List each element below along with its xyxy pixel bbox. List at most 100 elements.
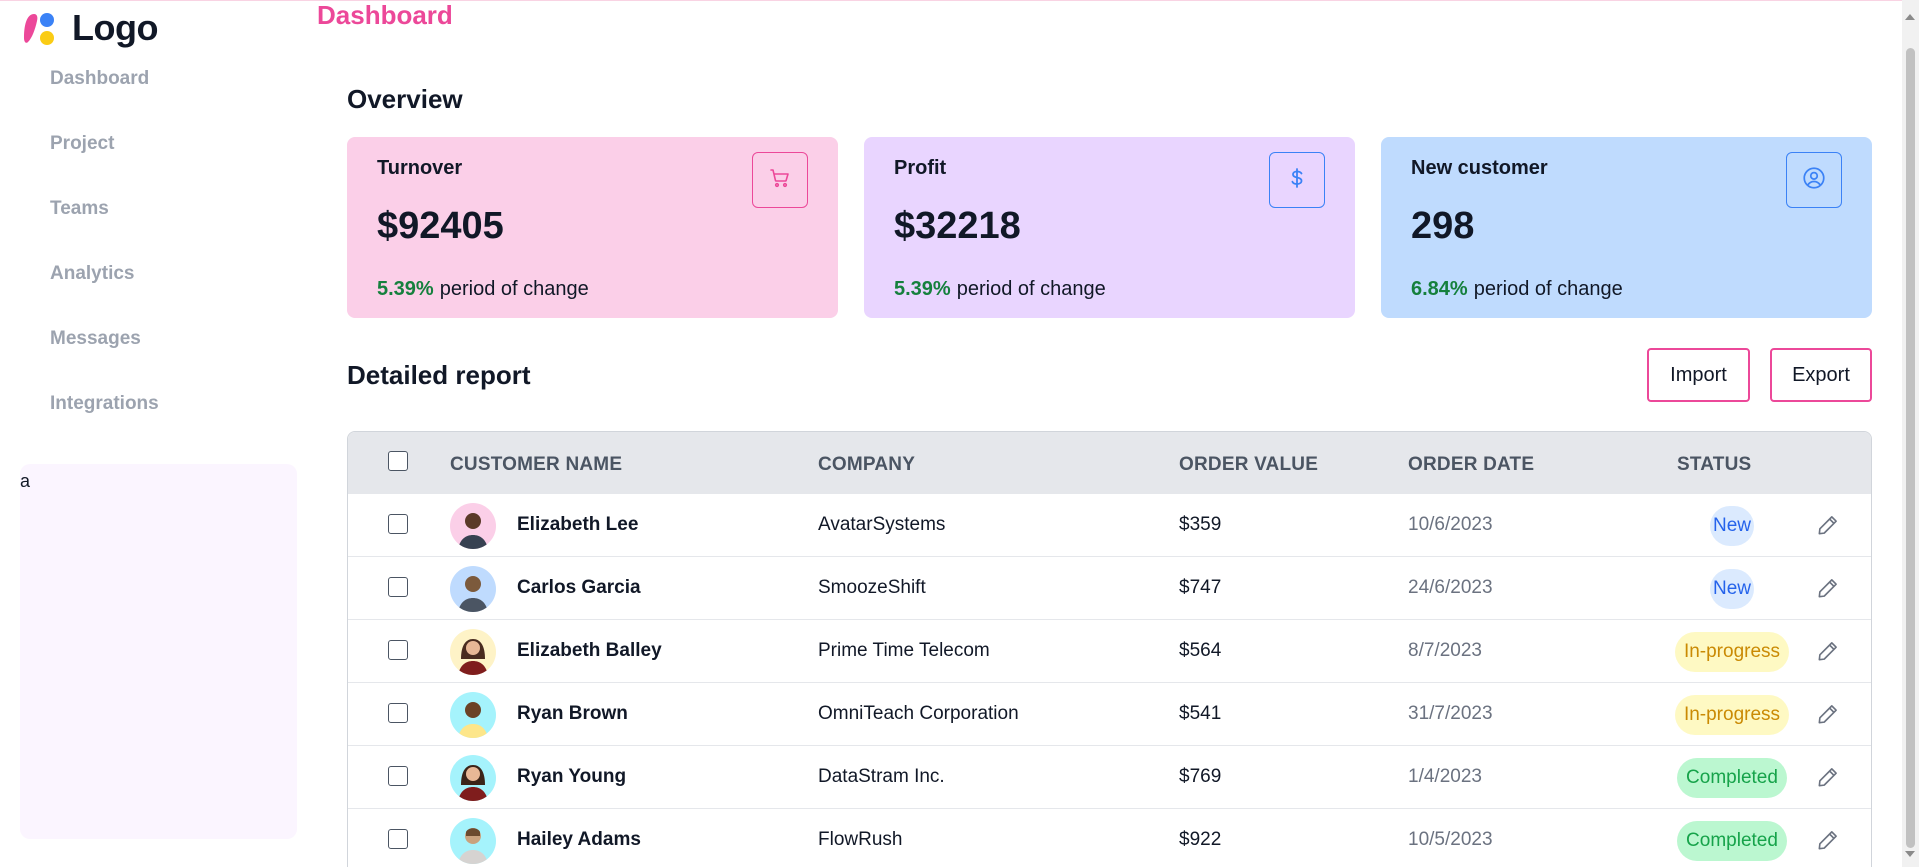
row-checkbox[interactable] (388, 766, 408, 786)
company-name: OmniTeach Corporation (818, 703, 1019, 724)
customer-name: Hailey Adams (517, 829, 641, 850)
status-badge: In-progress (1675, 695, 1789, 735)
sidebar-item-analytics[interactable]: Analytics (50, 259, 159, 324)
company-name: FlowRush (818, 829, 903, 850)
export-button[interactable]: Export (1770, 348, 1872, 402)
card-value: 298 (1411, 205, 1475, 247)
dollar-icon-button[interactable] (1269, 152, 1325, 208)
status-badge: Completed (1677, 821, 1787, 861)
table-row[interactable]: Carlos Garcia SmoozeShift $747 24/6/2023… (348, 556, 1871, 619)
avatar (450, 818, 496, 864)
vertical-scrollbar[interactable] (1902, 0, 1919, 867)
logo-text: Logo (72, 7, 158, 48)
order-date: 8/7/2023 (1408, 640, 1482, 661)
order-date: 10/5/2023 (1408, 829, 1493, 850)
table-row[interactable]: Ryan Brown OmniTeach Corporation $541 31… (348, 682, 1871, 745)
status-badge: New (1710, 506, 1754, 546)
sidebar-panel (20, 464, 297, 839)
customer-name: Elizabeth Balley (517, 640, 662, 661)
logo[interactable]: Logo (22, 7, 158, 48)
avatar (450, 755, 496, 801)
change-percent: 5.39% (377, 278, 434, 300)
status-badge: Completed (1677, 758, 1787, 798)
avatar (450, 566, 496, 612)
order-date: 10/6/2023 (1408, 514, 1493, 535)
card-value: $32218 (894, 205, 1021, 247)
sidebar-item-integrations[interactable]: Integrations (50, 389, 159, 454)
scroll-up-arrow-icon[interactable] (1905, 14, 1915, 20)
column-company[interactable]: COMPANY (818, 454, 915, 476)
avatar (450, 629, 496, 675)
company-name: SmoozeShift (818, 577, 926, 598)
change-percent: 5.39% (894, 278, 951, 300)
status-badge: In-progress (1675, 632, 1789, 672)
order-value: $541 (1179, 703, 1222, 724)
overview-title: Overview (347, 84, 463, 114)
company-name: AvatarSystems (818, 514, 946, 535)
select-all-checkbox[interactable] (388, 451, 408, 471)
avatar (450, 692, 496, 738)
change-percent: 6.84% (1411, 278, 1468, 300)
row-checkbox[interactable] (388, 577, 408, 597)
order-date: 31/7/2023 (1408, 703, 1493, 724)
column-order-date[interactable]: ORDER DATE (1408, 454, 1534, 476)
pencil-icon[interactable] (1815, 764, 1841, 790)
order-value: $747 (1179, 577, 1222, 598)
row-checkbox[interactable] (388, 640, 408, 660)
order-value: $922 (1179, 829, 1222, 850)
import-button[interactable]: Import (1647, 348, 1750, 402)
profit-card: Profit $32218 5.39% period of change (864, 137, 1355, 318)
table-row[interactable]: Elizabeth Balley Prime Time Telecom $564… (348, 619, 1871, 682)
company-name: Prime Time Telecom (818, 640, 990, 661)
cart-icon-button[interactable] (752, 152, 808, 208)
dollar-icon (1285, 166, 1309, 195)
sidebar-item-messages[interactable]: Messages (50, 324, 159, 389)
avatar (450, 503, 496, 549)
scroll-down-arrow-icon[interactable] (1905, 851, 1915, 857)
sidebar-item-teams[interactable]: Teams (50, 194, 159, 259)
card-value: $92405 (377, 205, 504, 247)
row-checkbox[interactable] (388, 514, 408, 534)
change-text: period of change (1473, 278, 1623, 300)
status-badge: New (1710, 569, 1754, 609)
user-circle-icon (1801, 165, 1827, 196)
table-row[interactable]: Elizabeth Lee AvatarSystems $359 10/6/20… (348, 493, 1871, 556)
report-title: Detailed report (347, 360, 531, 390)
column-order-value[interactable]: ORDER VALUE (1179, 454, 1318, 476)
customer-name: Ryan Brown (517, 703, 628, 724)
order-date: 24/6/2023 (1408, 577, 1493, 598)
order-value: $564 (1179, 640, 1222, 661)
pencil-icon[interactable] (1815, 701, 1841, 727)
row-checkbox[interactable] (388, 703, 408, 723)
customer-name: Elizabeth Lee (517, 514, 639, 535)
user-circle-icon-button[interactable] (1786, 152, 1842, 208)
card-change: 5.39% period of change (894, 278, 1106, 301)
new-customer-card: New customer 298 6.84% period of change (1381, 137, 1872, 318)
pencil-icon[interactable] (1815, 575, 1841, 601)
column-customer-name[interactable]: CUSTOMER NAME (450, 454, 622, 476)
top-border (0, 0, 1919, 1)
card-label: Profit (894, 157, 947, 179)
table-row[interactable]: Hailey Adams FlowRush $922 10/5/2023 Com… (348, 808, 1871, 867)
report-table: CUSTOMER NAME COMPANY ORDER VALUE ORDER … (347, 431, 1872, 867)
table-row[interactable]: Ryan Young DataStram Inc. $769 1/4/2023 … (348, 745, 1871, 808)
pencil-icon[interactable] (1815, 827, 1841, 853)
card-change: 6.84% period of change (1411, 278, 1623, 301)
card-label: New customer (1411, 157, 1548, 179)
pencil-icon[interactable] (1815, 638, 1841, 664)
column-status[interactable]: STATUS (1677, 454, 1751, 476)
change-text: period of change (439, 278, 589, 300)
card-label: Turnover (377, 157, 463, 179)
logo-icon (22, 8, 64, 48)
card-change: 5.39% period of change (377, 278, 589, 301)
order-date: 1/4/2023 (1408, 766, 1482, 787)
turnover-card: Turnover $92405 5.39% period of change (347, 137, 838, 318)
row-checkbox[interactable] (388, 829, 408, 849)
customer-name: Carlos Garcia (517, 577, 641, 598)
sidebar-item-project[interactable]: Project (50, 129, 159, 194)
table-header: CUSTOMER NAME COMPANY ORDER VALUE ORDER … (348, 432, 1871, 493)
scrollbar-thumb[interactable] (1906, 48, 1915, 848)
cart-icon (768, 166, 792, 195)
sidebar-item-dashboard[interactable]: Dashboard (50, 64, 159, 129)
pencil-icon[interactable] (1815, 512, 1841, 538)
